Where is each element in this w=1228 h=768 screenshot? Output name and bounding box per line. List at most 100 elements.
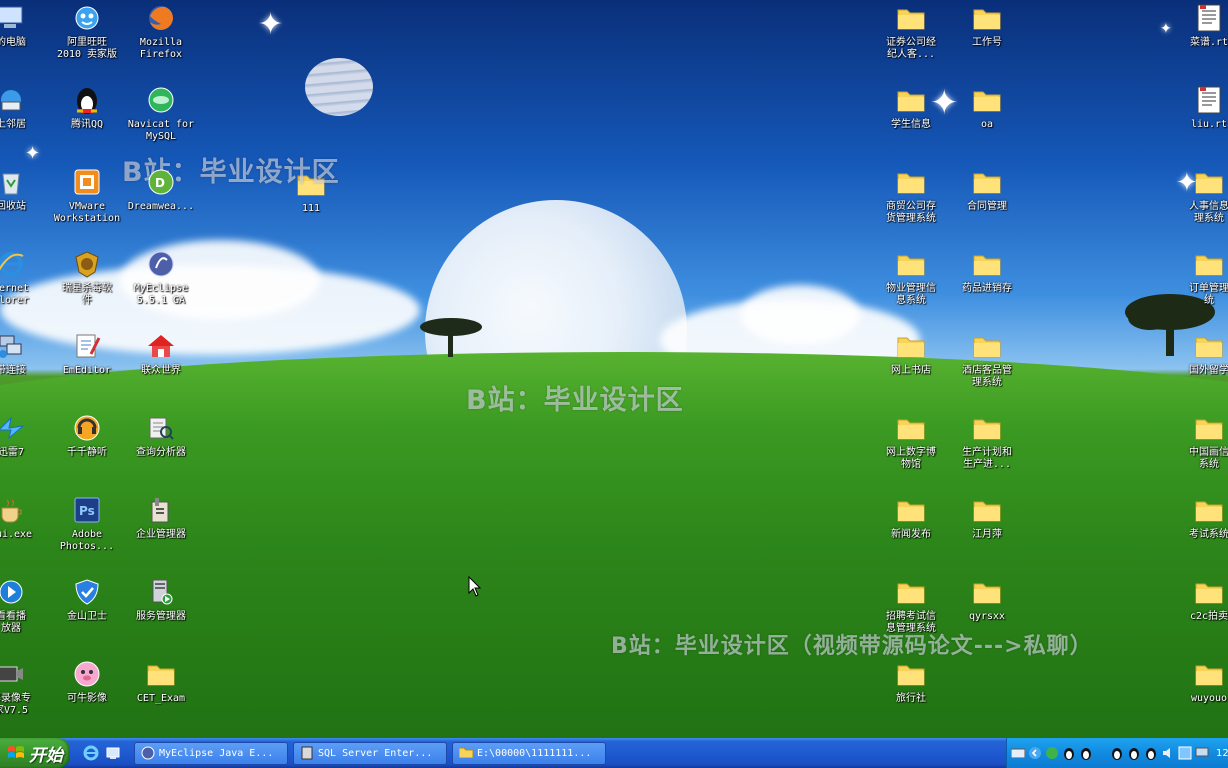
desktop-icon[interactable]: Ps Adobe Photos...: [48, 494, 126, 553]
taskbar-button-label: SQL Server Enter...: [318, 747, 433, 759]
qq-penguin-icon[interactable]: [1062, 746, 1076, 760]
network-icon[interactable]: [1045, 746, 1059, 760]
show-desktop-icon[interactable]: [104, 744, 122, 762]
desktop-icon[interactable]: 企业管理器: [122, 494, 200, 541]
desktop-icon[interactable]: 带连接: [0, 330, 50, 377]
qq-penguin-icon: [71, 84, 103, 116]
desktop-icon[interactable]: 旅行社: [872, 658, 950, 705]
start-button[interactable]: 开始: [0, 738, 70, 768]
folder-icon: [145, 658, 177, 690]
desktop-icon[interactable]: 服务管理器: [122, 576, 200, 623]
service-manager-icon: [145, 576, 177, 608]
desktop-icon[interactable]: gui.exe: [0, 494, 50, 541]
desktop-icon[interactable]: 订单管理 统: [1170, 248, 1228, 307]
desktop-icon[interactable]: 考试系统: [1170, 494, 1228, 541]
desktop-icon[interactable]: 学生信息: [872, 84, 950, 131]
icon-label: 迅雷7: [0, 447, 25, 458]
qq-penguin-icon[interactable]: [1127, 746, 1141, 760]
antivirus-icon[interactable]: [1178, 746, 1192, 760]
desktop-icon[interactable]: 生产计划和 生产进...: [948, 412, 1026, 471]
icon-label: 江月萍: [972, 529, 1002, 540]
folder-icon: [971, 412, 1003, 444]
folder-icon: [1193, 166, 1225, 198]
desktop-icon[interactable]: 招聘考试信 息管理系统: [872, 576, 950, 635]
desktop-icon[interactable]: 药品进销存: [948, 248, 1026, 295]
desktop-icon[interactable]: VMware Workstation: [48, 166, 126, 225]
system-tray: 12: [1006, 738, 1228, 768]
icon-label: 订单管理 统: [1189, 283, 1228, 306]
folder-icon: [971, 576, 1003, 608]
qq-penguin-icon[interactable]: [1144, 746, 1158, 760]
desktop-icon[interactable]: 网上数字博 物馆: [872, 412, 950, 471]
desktop-icon[interactable]: 迅雷7: [0, 412, 50, 459]
desktop-icon[interactable]: 可牛影像: [48, 658, 126, 705]
chevron-left-icon[interactable]: [1028, 746, 1042, 760]
qq-penguin-icon[interactable]: [1110, 746, 1124, 760]
desktop-icon[interactable]: MyEclipse 5.5.1 GA: [122, 248, 200, 307]
desktop-icon[interactable]: Mozilla Firefox: [122, 2, 200, 61]
desktop-icon[interactable]: 查询分析器: [122, 412, 200, 459]
desktop-icon[interactable]: 酒店客品管 理系统: [948, 330, 1026, 389]
desktop-icon[interactable]: 腾讯QQ: [48, 84, 126, 131]
taskbar-button[interactable]: E:\00000\1111111...: [452, 741, 606, 765]
desktop-icon[interactable]: EmEditor: [48, 330, 126, 377]
icon-label: 菜谱.rt: [1189, 37, 1228, 48]
icon-label: c2c拍卖: [1189, 611, 1228, 622]
desktop-icon[interactable]: 的电脑: [0, 2, 50, 49]
desktop-icon[interactable]: 物业管理信 息系统: [872, 248, 950, 307]
desktop-icon[interactable]: 商贸公司存 货管理系统: [872, 166, 950, 225]
planet-decoration: [305, 58, 373, 116]
desktop-icon[interactable]: 看看播 放器: [0, 576, 50, 635]
desktop-icon[interactable]: 千千静听: [48, 412, 126, 459]
internet-explorer-icon[interactable]: [82, 744, 100, 762]
desktop-icon[interactable]: 中国画信 系统: [1170, 412, 1228, 471]
desktop-icon[interactable]: D Dreamwea...: [122, 166, 200, 213]
desktop-icon[interactable]: 合同管理: [948, 166, 1026, 213]
clock[interactable]: 12: [1216, 748, 1228, 759]
icon-label: 联众世界: [141, 365, 181, 376]
desktop-icon[interactable]: qyrsxx: [948, 576, 1026, 623]
desktop-icon[interactable]: 菜谱.rt: [1170, 2, 1228, 49]
desktop-icon[interactable]: Navicat for MySQL: [122, 84, 200, 143]
star-decoration: ✦: [25, 143, 41, 164]
monitor-icon[interactable]: [1195, 746, 1209, 760]
folder-icon: [895, 412, 927, 444]
taskbar-button[interactable]: SQL Server Enter...: [293, 741, 447, 765]
desktop-icon[interactable]: 证券公司经 纪人客...: [872, 2, 950, 61]
desktop-icon[interactable]: 工作号: [948, 2, 1026, 49]
icon-label: 111: [301, 203, 321, 214]
keniu-image-icon: [71, 658, 103, 690]
desktop-icon[interactable]: oa: [948, 84, 1026, 131]
desktop-icon[interactable]: ternet plorer: [0, 248, 50, 307]
icon-label: 企业管理器: [136, 529, 186, 540]
desktop-icon[interactable]: 瑞星杀毒软 件: [48, 248, 126, 307]
tree-decoration: [420, 318, 482, 357]
desktop-icon[interactable]: CET_Exam: [122, 658, 200, 705]
desktop-icon[interactable]: wuyouo: [1170, 658, 1228, 705]
folder-icon: [895, 2, 927, 34]
desktop-icon[interactable]: 国外留学: [1170, 330, 1228, 377]
desktop-icon[interactable]: liu.rt: [1170, 84, 1228, 131]
icon-label: 看看播 放器: [0, 611, 26, 634]
desktop-icon[interactable]: 幕录像专 家V7.5: [0, 658, 50, 717]
desktop-icon[interactable]: 江月萍: [948, 494, 1026, 541]
desktop-icon[interactable]: 上邻居: [0, 84, 50, 131]
volume-icon[interactable]: [1161, 746, 1175, 760]
desktop-icon[interactable]: 联众世界: [122, 330, 200, 377]
qq-penguin-icon[interactable]: [1079, 746, 1093, 760]
desktop-icon[interactable]: 新闻发布: [872, 494, 950, 541]
desktop-icon[interactable]: 网上书店: [872, 330, 950, 377]
icon-label: 证券公司经 纪人客...: [886, 37, 936, 60]
desktop-icon[interactable]: 人事信息 理系统: [1170, 166, 1228, 225]
taskbar-button[interactable]: MyEclipse Java E...: [134, 741, 288, 765]
desktop-icon[interactable]: 回收站: [0, 166, 50, 213]
folder-icon: [895, 658, 927, 690]
folder-icon: [895, 576, 927, 608]
folder-icon: [971, 494, 1003, 526]
keyboard-icon[interactable]: [1011, 746, 1025, 760]
desktop-icon[interactable]: c2c拍卖: [1170, 576, 1228, 623]
desktop-icon[interactable]: 金山卫士: [48, 576, 126, 623]
folder-icon: [895, 84, 927, 116]
desktop[interactable]: ✦ ✦ ✦ ✦ ✦ 111 B站：毕业设计区 B站：毕业设计区 B站：毕业设计区…: [0, 0, 1228, 738]
desktop-icon[interactable]: 阿里旺旺 2010 卖家版: [48, 2, 126, 61]
